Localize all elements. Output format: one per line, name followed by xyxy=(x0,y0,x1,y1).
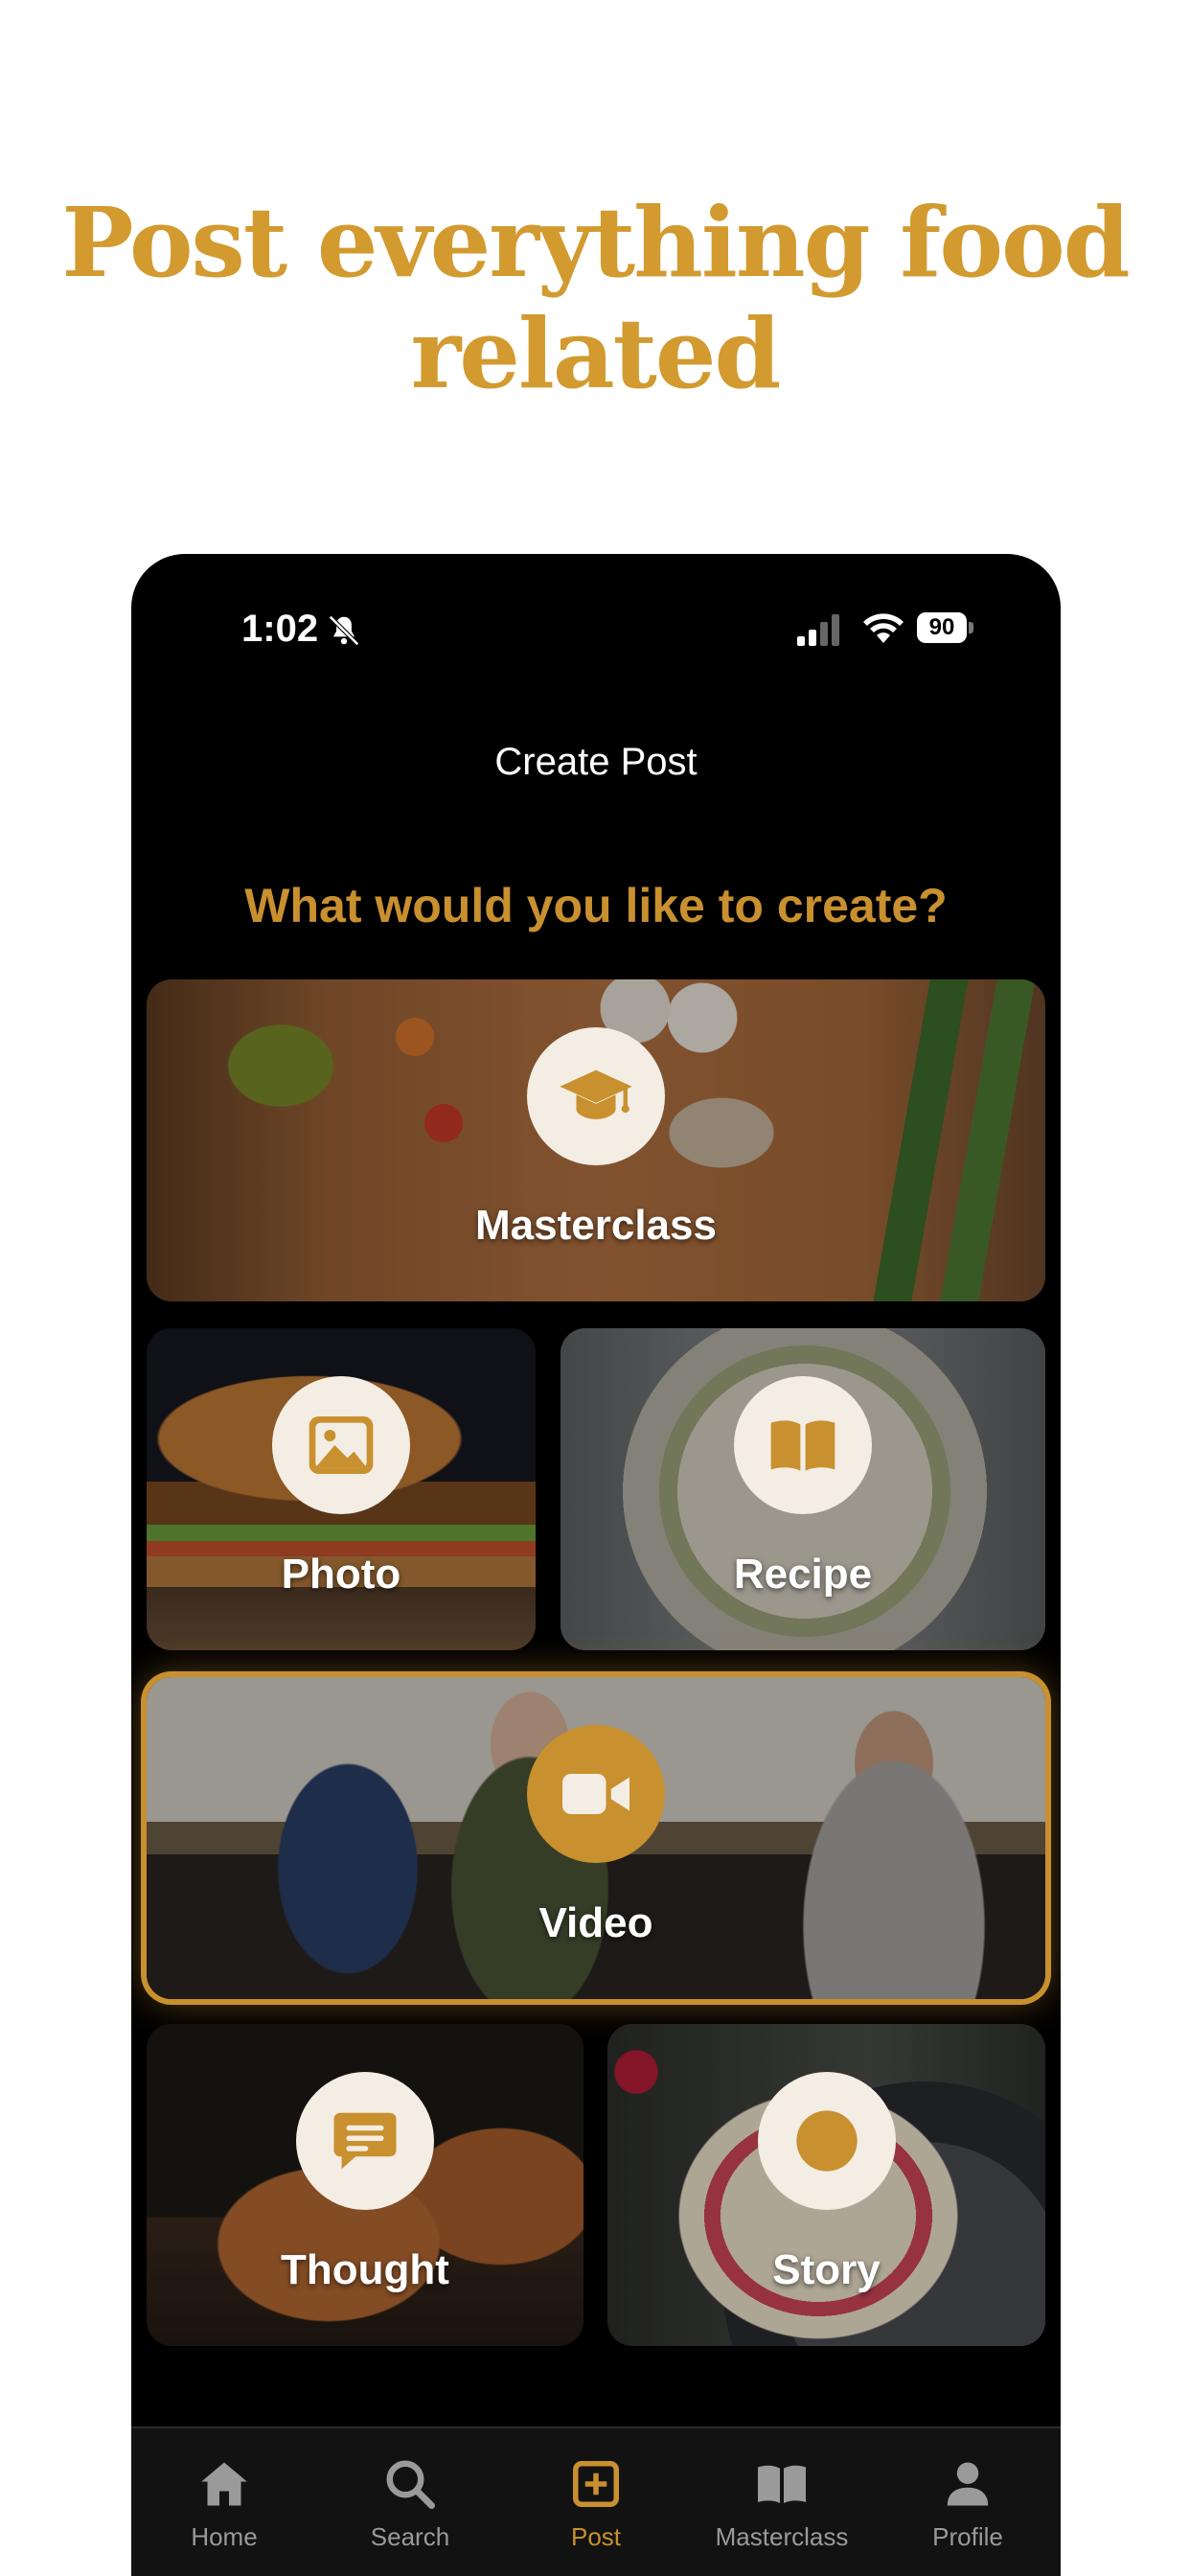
story-icon-circle xyxy=(757,2072,896,2210)
battery-icon: 90 xyxy=(917,612,967,643)
wifi-icon xyxy=(863,613,904,643)
option-label: Video xyxy=(538,1899,653,1946)
option-thought[interactable]: Thought xyxy=(147,2024,584,2346)
tab-profile[interactable]: Profile xyxy=(875,2428,1061,2576)
tab-search[interactable]: Search xyxy=(317,2428,503,2576)
option-photo[interactable]: Photo xyxy=(147,1328,536,1650)
plus-square-icon xyxy=(573,2461,619,2507)
tab-bar: Home Search Post Masterclass Profile xyxy=(131,2426,1061,2576)
tab-label: Post xyxy=(570,2522,622,2551)
person-icon xyxy=(947,2462,989,2506)
book-icon xyxy=(758,2465,806,2503)
tab-label: Masterclass xyxy=(715,2522,849,2551)
tab-masterclass[interactable]: Masterclass xyxy=(689,2428,875,2576)
create-question: What would you like to create? xyxy=(244,879,948,932)
option-label: Thought xyxy=(281,2246,449,2293)
battery-tip xyxy=(969,622,973,633)
option-label: Story xyxy=(772,2246,881,2293)
cellular-signal-icon xyxy=(797,614,839,646)
open-book-icon xyxy=(770,1420,835,1471)
tab-label: Profile xyxy=(932,2522,1003,2551)
option-masterclass[interactable]: Masterclass xyxy=(147,979,1045,1301)
chat-bubble-icon xyxy=(333,2112,397,2170)
tab-home[interactable]: Home xyxy=(131,2428,317,2576)
tab-label: Home xyxy=(191,2522,258,2551)
option-recipe[interactable]: Recipe xyxy=(561,1328,1045,1650)
option-label: Masterclass xyxy=(475,1202,717,1249)
headline: Post everything food related xyxy=(61,186,1130,410)
bell-slash-icon xyxy=(329,615,359,646)
home-icon xyxy=(201,2462,247,2506)
photo-icon-circle xyxy=(272,1376,410,1514)
status-time: 1:02 xyxy=(241,608,319,650)
image-icon xyxy=(309,1416,374,1474)
recipe-icon-circle xyxy=(734,1376,872,1514)
phone-screen: 1:02 90 Create Post What would you like … xyxy=(131,554,1061,2576)
search-icon xyxy=(386,2460,435,2509)
masterclass-icon-circle xyxy=(527,1027,665,1165)
tab-post[interactable]: Post xyxy=(503,2428,689,2576)
tab-label: Search xyxy=(370,2522,450,2551)
option-video[interactable]: Video xyxy=(147,1677,1045,1999)
thought-icon-circle xyxy=(296,2072,434,2210)
record-circle-icon xyxy=(795,2110,858,2172)
video-icon-circle xyxy=(527,1725,665,1863)
screen-title: Create Post xyxy=(494,741,698,783)
graduation-cap-icon xyxy=(560,1070,632,1119)
option-label: Photo xyxy=(281,1551,401,1598)
status-bar: 1:02 90 xyxy=(131,554,1061,707)
option-label: Recipe xyxy=(733,1551,873,1598)
video-camera-icon xyxy=(562,1774,629,1814)
option-story[interactable]: Story xyxy=(607,2024,1045,2346)
